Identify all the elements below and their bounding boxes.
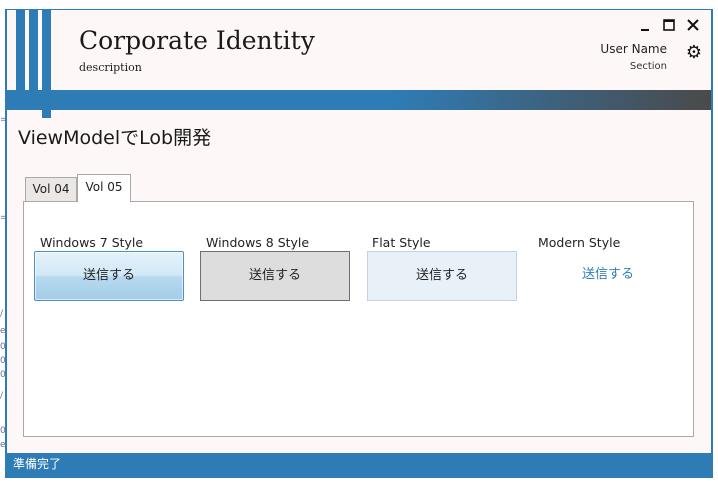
tab-panel: Windows 7 Style Windows 8 Style Flat Sty… — [23, 201, 694, 437]
page-title: ViewModelでLob開発 — [18, 127, 212, 149]
tab-vol-04[interactable]: Vol 04 — [25, 177, 77, 201]
brand-title: Corporate Identity — [79, 26, 315, 55]
logo-stripe — [16, 10, 25, 92]
background-code-fragment: / — [0, 391, 4, 401]
modern-style-label: Modern Style — [538, 235, 621, 250]
brand-description: description — [79, 61, 142, 74]
close-icon[interactable] — [683, 17, 703, 35]
modern-send-button[interactable]: 送信する — [533, 251, 683, 301]
gear-icon[interactable]: ⚙ — [684, 43, 704, 63]
header-band — [7, 90, 711, 110]
windows7-send-button[interactable]: 送信する — [34, 251, 184, 301]
windows7-style-label: Windows 7 Style — [40, 235, 144, 250]
background-code-fragment: / — [0, 309, 4, 319]
user-section: Section — [629, 61, 667, 72]
flat-style-label: Flat Style — [372, 235, 431, 250]
windows8-send-button[interactable]: 送信する — [200, 251, 350, 301]
window-client-area: Corporate Identity description User Name… — [7, 10, 711, 453]
user-name: User Name — [600, 42, 667, 56]
minimize-icon[interactable] — [635, 17, 655, 35]
status-text: 準備完了 — [13, 457, 62, 471]
windows8-style-label: Windows 8 Style — [206, 235, 310, 250]
app-window: Corporate Identity description User Name… — [5, 9, 713, 478]
tab-vol-05[interactable]: Vol 05 — [77, 174, 131, 202]
maximize-icon[interactable] — [659, 17, 679, 35]
flat-send-button[interactable]: 送信する — [367, 251, 517, 301]
